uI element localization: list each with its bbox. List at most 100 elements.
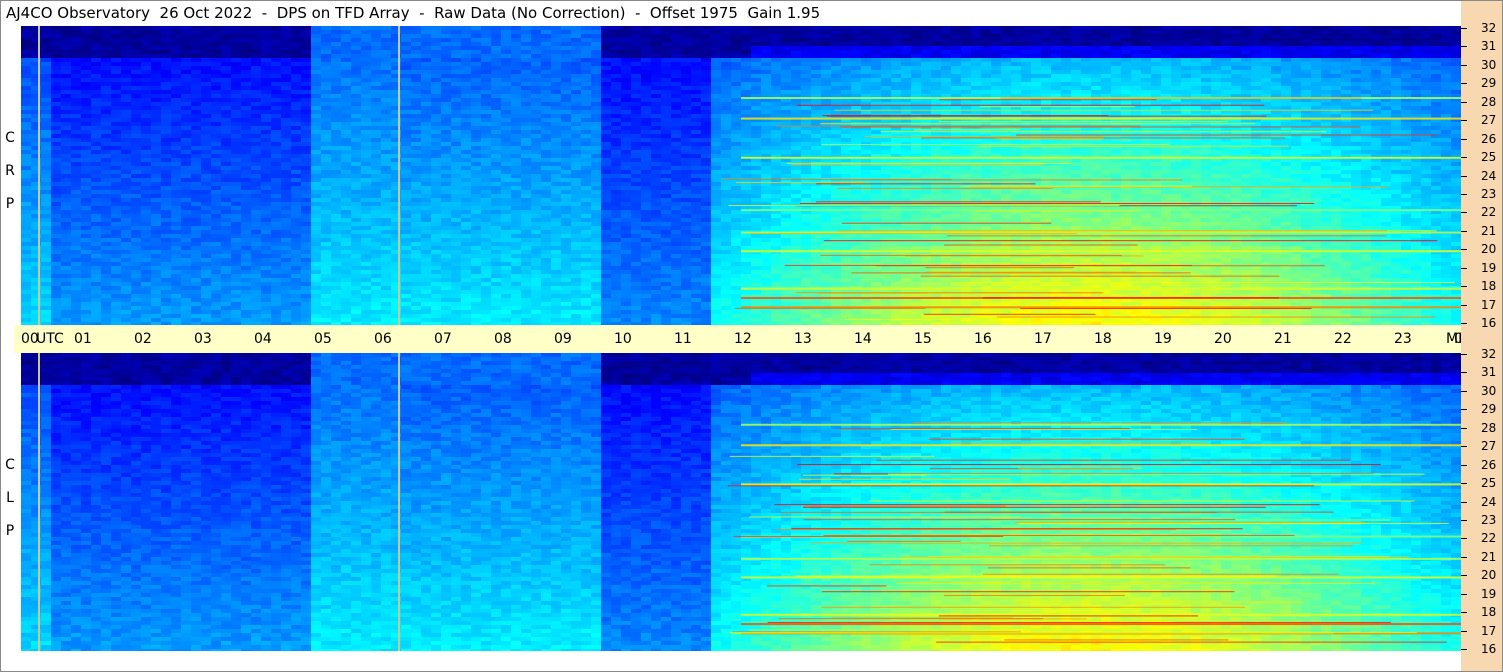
freq-tick (1461, 520, 1467, 521)
lcp-freq-label: 16 (1481, 643, 1496, 655)
freq-tick (1461, 157, 1467, 158)
freq-tick (1461, 538, 1467, 539)
spectrogram-image (21, 353, 1461, 651)
rcp-letter-c: C (2, 122, 18, 155)
lcp-freq-label: 24 (1481, 496, 1496, 508)
rcp-freq-label: 27 (1481, 114, 1496, 126)
rcp-freq-label: 16 (1481, 317, 1496, 329)
time-tick-label: 06 (374, 330, 392, 348)
lcp-freq-label: 30 (1481, 385, 1496, 397)
lcp-freq-label: 32 (1481, 348, 1496, 360)
rcp-spectrogram (21, 26, 1461, 325)
time-tick-label: 09 (554, 330, 572, 348)
freq-tick (1461, 594, 1467, 595)
freq-tick (1461, 305, 1467, 306)
freq-tick (1461, 286, 1467, 287)
rcp-letter-p: R (2, 155, 18, 188)
time-tick-label: 11 (674, 330, 692, 348)
freq-tick (1461, 575, 1467, 576)
time-tick-label: 23 (1394, 330, 1412, 348)
time-tick-label: 12 (734, 330, 752, 348)
rcp-freq-label: 18 (1481, 280, 1496, 292)
utc-unit-label: UTC (36, 330, 64, 348)
freq-tick (1461, 194, 1467, 195)
freq-tick (1461, 372, 1467, 373)
time-tick-label: 15 (914, 330, 932, 348)
freq-tick (1461, 409, 1467, 410)
lcp-freq-label: 20 (1481, 569, 1496, 581)
time-tick-label: 04 (254, 330, 272, 348)
rcp-freq-label: 20 (1481, 243, 1496, 255)
time-tick-label: 03 (194, 330, 212, 348)
lcp-freq-label: 28 (1481, 422, 1496, 434)
freq-tick (1461, 139, 1467, 140)
lcp-freq-label: 29 (1481, 403, 1496, 415)
lcp-letter-c: C (2, 449, 18, 482)
rcp-freq-label: 22 (1481, 206, 1496, 218)
freq-tick (1461, 231, 1467, 232)
time-tick-label: 16 (974, 330, 992, 348)
time-tick-label: 22 (1334, 330, 1352, 348)
spectrogram-image (21, 26, 1461, 325)
lcp-letter-p: L (2, 482, 18, 515)
lcp-freq-label: 31 (1481, 366, 1496, 378)
rcp-label: C R P (2, 122, 18, 221)
rcp-freq-label: 30 (1481, 59, 1496, 71)
time-tick-label: 18 (1094, 330, 1112, 348)
lcp-freq-label: 17 (1481, 625, 1496, 637)
freq-tick (1461, 102, 1467, 103)
lcp-freq-label: 27 (1481, 440, 1496, 452)
time-tick-label: 19 (1154, 330, 1172, 348)
freq-tick (1461, 28, 1467, 29)
rcp-freq-label: 29 (1481, 77, 1496, 89)
freq-tick (1461, 502, 1467, 503)
lcp-freq-label: 23 (1481, 514, 1496, 526)
freq-tick (1461, 428, 1467, 429)
freq-tick (1461, 391, 1467, 392)
time-axis: 00 01 02 03 04 05 06 07 08 09 10 11 12 13 14 15 16 17 18 19… (14, 325, 1476, 353)
freq-tick (1461, 323, 1467, 324)
rcp-freq-label: 28 (1481, 96, 1496, 108)
rcp-freq-label: 17 (1481, 299, 1496, 311)
freq-tick (1461, 46, 1467, 47)
time-tick-label: 05 (314, 330, 332, 348)
time-tick-label: 20 (1214, 330, 1232, 348)
lcp-freq-label: 21 (1481, 551, 1496, 563)
time-tick-label: 08 (494, 330, 512, 348)
rcp-freq-label: 26 (1481, 133, 1496, 145)
freq-tick (1461, 176, 1467, 177)
freq-tick (1461, 649, 1467, 650)
freq-tick (1461, 354, 1467, 355)
frequency-axis: 32 31 30 29 28 27 26 25 24 23 22 21 20 19 18 17 16 32 31 30… (1461, 0, 1503, 672)
rcp-freq-label: 31 (1481, 40, 1496, 52)
time-tick-label: 21 (1274, 330, 1292, 348)
time-tick-label: 02 (134, 330, 152, 348)
rcp-freq-label: 32 (1481, 22, 1496, 34)
lcp-spectrogram (21, 353, 1461, 651)
freq-tick (1461, 249, 1467, 250)
time-tick-label: 01 (74, 330, 92, 348)
freq-tick (1461, 83, 1467, 84)
freq-tick (1461, 446, 1467, 447)
freq-tick (1461, 631, 1467, 632)
freq-tick (1461, 65, 1467, 66)
time-tick-label: 13 (794, 330, 812, 348)
rcp-freq-label: 23 (1481, 188, 1496, 200)
lcp-freq-label: 18 (1481, 606, 1496, 618)
freq-tick (1461, 465, 1467, 466)
freq-tick (1461, 120, 1467, 121)
lcp-letter-l: P (2, 515, 18, 548)
rcp-letter-r: P (2, 188, 18, 221)
rcp-freq-label: 24 (1481, 170, 1496, 182)
freq-tick (1461, 268, 1467, 269)
lcp-freq-label: 25 (1481, 477, 1496, 489)
chart-title: AJ4CO Observatory 26 Oct 2022 - DPS on T… (6, 3, 820, 23)
freq-tick (1461, 557, 1467, 558)
time-tick-label: 17 (1034, 330, 1052, 348)
lcp-freq-label: 22 (1481, 532, 1496, 544)
rcp-freq-label: 21 (1481, 225, 1496, 237)
time-tick-label: 07 (434, 330, 452, 348)
lcp-freq-label: 19 (1481, 588, 1496, 600)
time-tick-label: 14 (854, 330, 872, 348)
time-tick-label: 10 (614, 330, 632, 348)
